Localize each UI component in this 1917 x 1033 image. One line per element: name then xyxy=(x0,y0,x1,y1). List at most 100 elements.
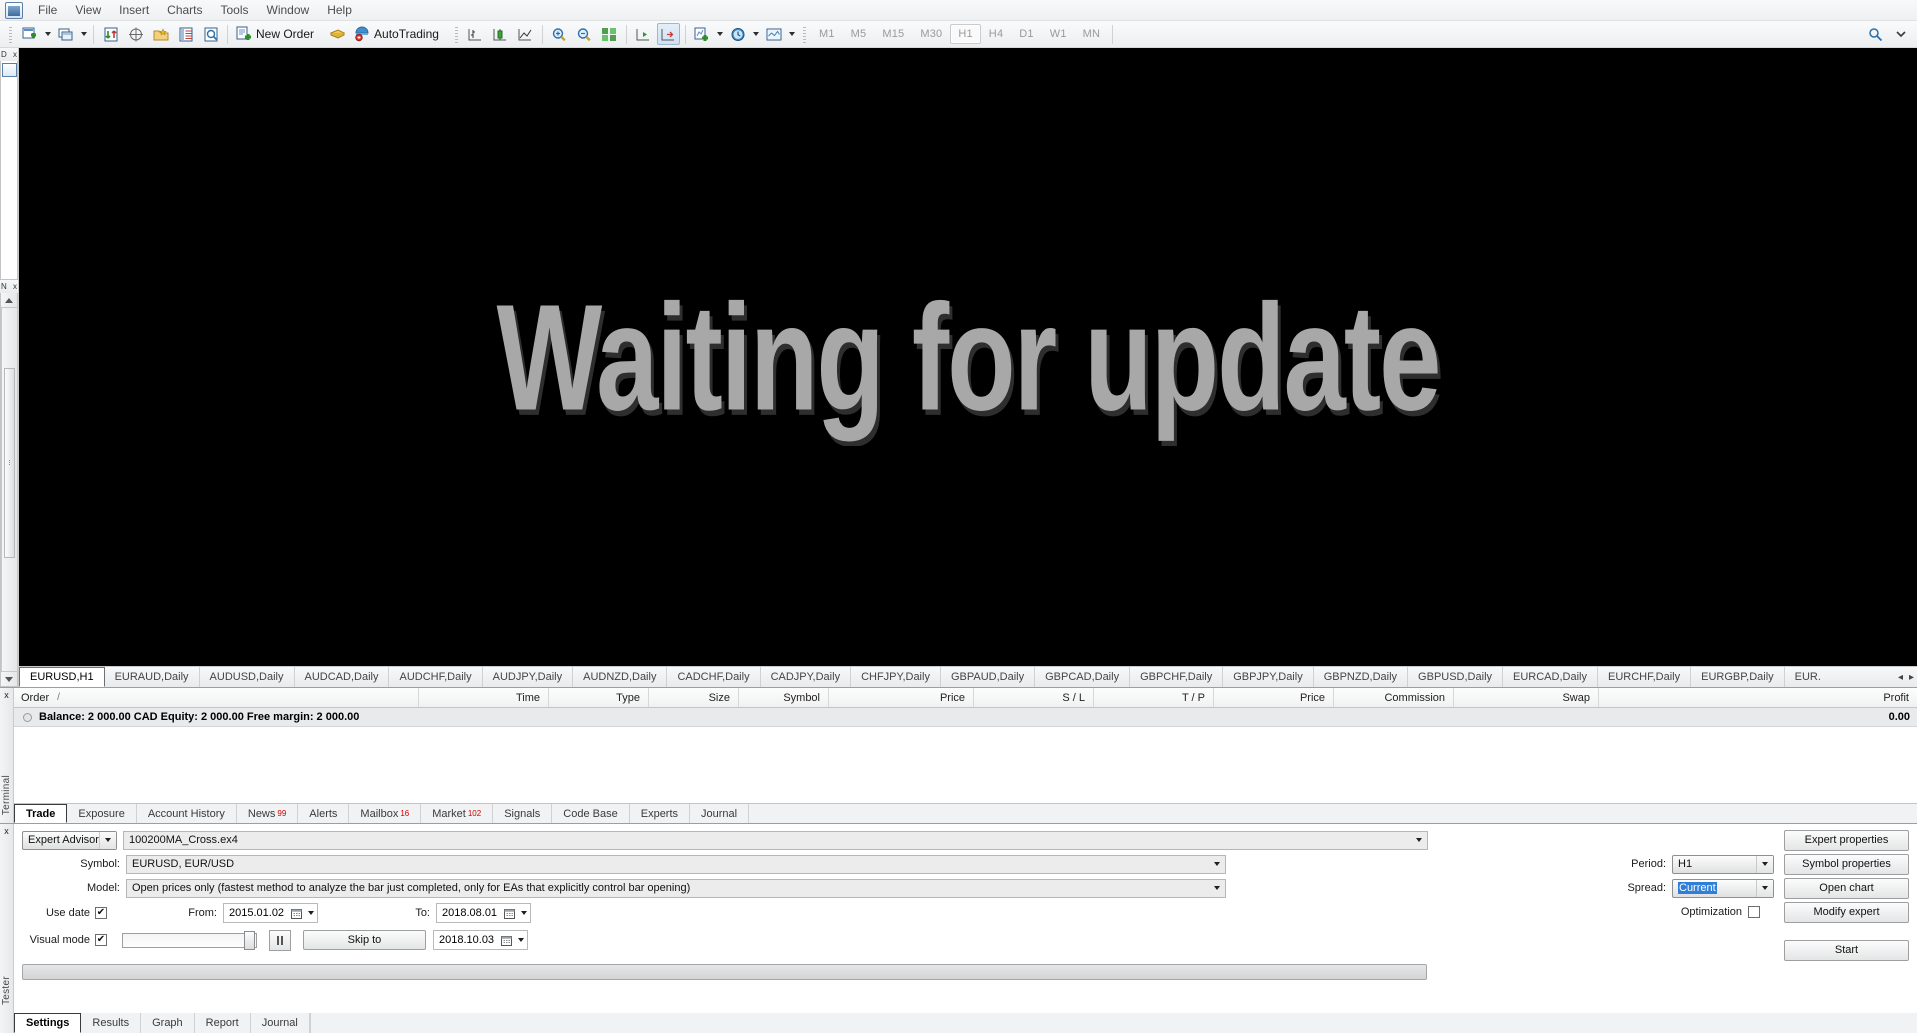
use-date-checkbox[interactable]: ✔ xyxy=(95,907,107,919)
chevron-down-icon[interactable] xyxy=(99,831,116,849)
new-chart-dropdown-icon[interactable] xyxy=(42,23,53,45)
toolbar-grip-2[interactable] xyxy=(453,24,459,44)
market-watch-icon[interactable] xyxy=(99,23,122,45)
expert-file-select[interactable]: 100200MA_Cross.ex4 xyxy=(123,830,1428,850)
period-select[interactable]: H1 xyxy=(1672,854,1774,874)
profiles-icon[interactable] xyxy=(54,23,77,45)
terminal-tab-news[interactable]: News 99 xyxy=(237,804,299,823)
timeframe-h1[interactable]: H1 xyxy=(950,24,981,44)
terminal-tab-code-base[interactable]: Code Base xyxy=(552,804,630,823)
chart-thumbnail-icon[interactable] xyxy=(1,63,17,77)
indicators-icon[interactable] xyxy=(691,23,714,45)
spread-select[interactable]: Current xyxy=(1672,878,1774,898)
column-symbol[interactable]: Symbol xyxy=(739,688,829,707)
data-window-icon[interactable] xyxy=(124,23,147,45)
chart-tab-eurcad-daily[interactable]: EURCAD,Daily xyxy=(1503,667,1598,687)
symbol-properties-button[interactable]: Symbol properties xyxy=(1784,853,1909,875)
expert-properties-button[interactable]: Expert properties xyxy=(1784,829,1909,851)
chevron-down-icon[interactable] xyxy=(1208,855,1225,873)
profiles-dropdown-icon[interactable] xyxy=(78,23,89,45)
timeframe-m5[interactable]: M5 xyxy=(843,24,875,44)
indicators-dropdown-icon[interactable] xyxy=(715,23,726,45)
menu-item-window[interactable]: Window xyxy=(258,0,319,20)
chevron-down-icon[interactable] xyxy=(515,938,527,942)
navigator-icon[interactable] xyxy=(149,23,172,45)
zoom-in-icon[interactable] xyxy=(548,23,571,45)
tile-windows-icon[interactable] xyxy=(598,23,621,45)
tester-tab-journal[interactable]: Journal xyxy=(251,1013,310,1033)
chart-tabs-scroll-left-icon[interactable]: ◂ xyxy=(1898,672,1903,683)
close-icon[interactable]: x xyxy=(4,826,9,836)
column-profit[interactable]: Profit xyxy=(1599,688,1917,707)
close-icon[interactable]: x xyxy=(4,690,9,700)
timeframe-m15[interactable]: M15 xyxy=(874,24,912,44)
column-order[interactable]: Order / xyxy=(14,688,419,707)
column-commission[interactable]: Commission xyxy=(1334,688,1454,707)
terminal-tab-journal[interactable]: Journal xyxy=(690,804,750,823)
scrollbar-thumb[interactable] xyxy=(4,368,15,558)
terminal-tab-market[interactable]: Market 102 xyxy=(421,804,494,823)
timeframe-m30[interactable]: M30 xyxy=(912,24,950,44)
bar-chart-icon[interactable] xyxy=(464,23,487,45)
strategy-tester-icon[interactable] xyxy=(199,23,222,45)
chart-tab-audjpy-daily[interactable]: AUDJPY,Daily xyxy=(483,667,574,687)
chart-tab-audchf-daily[interactable]: AUDCHF,Daily xyxy=(389,667,483,687)
line-chart-icon[interactable] xyxy=(514,23,537,45)
candlestick-chart-icon[interactable] xyxy=(489,23,512,45)
chart-tab-gbpusd-daily[interactable]: GBPUSD,Daily xyxy=(1408,667,1504,687)
calendar-icon[interactable] xyxy=(502,905,517,922)
chart-tab-eurchf-daily[interactable]: EURCHF,Daily xyxy=(1598,667,1692,687)
timeframe-h4[interactable]: H4 xyxy=(981,24,1011,44)
chart-tab-eurgbp-daily[interactable]: EURGBP,Daily xyxy=(1691,667,1785,687)
slider-thumb[interactable] xyxy=(244,930,255,950)
terminal-tab-alerts[interactable]: Alerts xyxy=(298,804,350,823)
model-select[interactable]: Open prices only (fastest method to anal… xyxy=(126,878,1226,898)
calendar-icon[interactable] xyxy=(499,932,514,949)
expert-advisors-icon[interactable] xyxy=(326,23,349,45)
tester-tab-results[interactable]: Results xyxy=(81,1013,142,1033)
timeframe-m1[interactable]: M1 xyxy=(811,24,843,44)
chart-tab-chfjpy-daily[interactable]: CHFJPY,Daily xyxy=(851,667,941,687)
scroll-up-button[interactable] xyxy=(1,293,17,307)
chevron-down-icon[interactable] xyxy=(1208,879,1225,897)
from-date-field[interactable]: 2015.01.02 xyxy=(223,903,318,923)
optimization-checkbox[interactable] xyxy=(1748,906,1760,918)
timeframe-mn[interactable]: MN xyxy=(1075,24,1109,44)
skip-to-button[interactable]: Skip to xyxy=(303,930,426,950)
chart-canvas[interactable]: Waiting for update xyxy=(19,48,1917,666)
zoom-out-icon[interactable] xyxy=(573,23,596,45)
new-chart-icon[interactable] xyxy=(18,23,41,45)
open-chart-button[interactable]: Open chart xyxy=(1784,877,1909,899)
chart-tab-gbpjpy-daily[interactable]: GBPJPY,Daily xyxy=(1223,667,1314,687)
symbol-select[interactable]: EURUSD, EUR/USD xyxy=(126,854,1226,874)
timeframe-d1[interactable]: D1 xyxy=(1011,24,1041,44)
to-date-field[interactable]: 2018.08.01 xyxy=(436,903,531,923)
timeframe-w1[interactable]: W1 xyxy=(1042,24,1075,44)
chart-tab-gbpchf-daily[interactable]: GBPCHF,Daily xyxy=(1130,667,1224,687)
terminal-tab-signals[interactable]: Signals xyxy=(493,804,553,823)
tester-tab-graph[interactable]: Graph xyxy=(141,1013,195,1033)
terminal-tab-account-history[interactable]: Account History xyxy=(137,804,237,823)
trade-table-body[interactable] xyxy=(14,727,1917,803)
toolbar-grip-3[interactable] xyxy=(801,24,807,44)
chevron-down-icon[interactable] xyxy=(518,911,530,915)
skip-to-date-field[interactable]: 2018.10.03 xyxy=(433,930,528,950)
menu-item-tools[interactable]: Tools xyxy=(212,0,258,20)
pause-button[interactable] xyxy=(269,929,291,951)
chevron-down-icon[interactable] xyxy=(1410,831,1427,849)
new-order-button[interactable]: New Order xyxy=(232,23,325,46)
menu-item-file[interactable]: File xyxy=(29,0,66,20)
chevron-down-icon[interactable] xyxy=(1756,855,1773,873)
chart-tab-gbpcad-daily[interactable]: GBPCAD,Daily xyxy=(1035,667,1131,687)
menu-item-charts[interactable]: Charts xyxy=(158,0,211,20)
chart-tab-euraud-daily[interactable]: EURAUD,Daily xyxy=(105,667,200,687)
column-stop-loss[interactable]: S / L xyxy=(974,688,1094,707)
modify-expert-button[interactable]: Modify expert xyxy=(1784,901,1909,923)
column-price-open[interactable]: Price xyxy=(829,688,974,707)
menu-item-view[interactable]: View xyxy=(66,0,110,20)
chart-tab-cadchf-daily[interactable]: CADCHF,Daily xyxy=(667,667,761,687)
column-size[interactable]: Size xyxy=(649,688,739,707)
column-swap[interactable]: Swap xyxy=(1454,688,1599,707)
chart-tab-gbpaud-daily[interactable]: GBPAUD,Daily xyxy=(941,667,1036,687)
templates-icon[interactable] xyxy=(763,23,786,45)
